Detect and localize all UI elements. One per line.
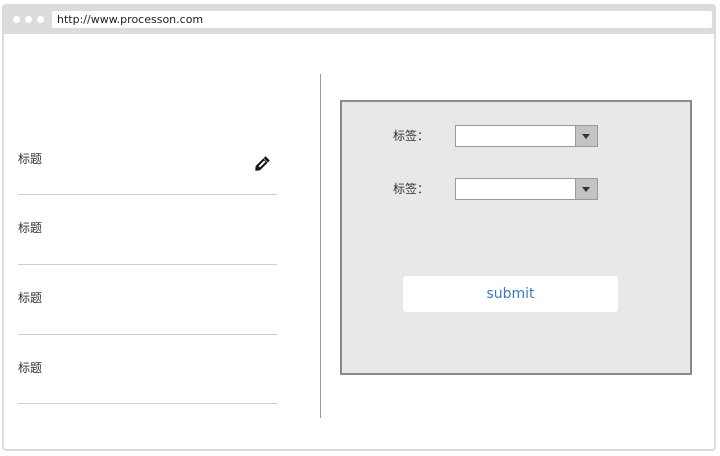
list-item[interactable]: 标题 (18, 359, 277, 404)
pencil-icon[interactable] (252, 154, 272, 174)
list-item[interactable]: 标题 (18, 289, 277, 335)
window-dot[interactable] (13, 16, 20, 23)
field-label: 标签： (393, 182, 430, 196)
list-item-title: 标题 (18, 291, 43, 305)
list-item[interactable]: 标题 (18, 219, 277, 265)
submit-button[interactable]: submit (403, 276, 618, 312)
chevron-down-icon[interactable] (575, 126, 597, 146)
list-item[interactable]: 标题 (18, 150, 277, 195)
window-dot[interactable] (37, 16, 44, 23)
list-item-title: 标题 (18, 221, 43, 235)
field-label: 标签： (393, 129, 430, 143)
vertical-divider (320, 74, 321, 418)
select-dropdown[interactable] (455, 125, 598, 147)
chevron-down-icon[interactable] (575, 179, 597, 199)
browser-titlebar: http://www.processon.com (4, 6, 714, 34)
select-dropdown[interactable] (455, 178, 598, 200)
list-item-title: 标题 (18, 152, 43, 166)
window-dot[interactable] (25, 16, 32, 23)
list-item-title: 标题 (18, 361, 43, 375)
address-bar[interactable]: http://www.processon.com (52, 11, 712, 28)
